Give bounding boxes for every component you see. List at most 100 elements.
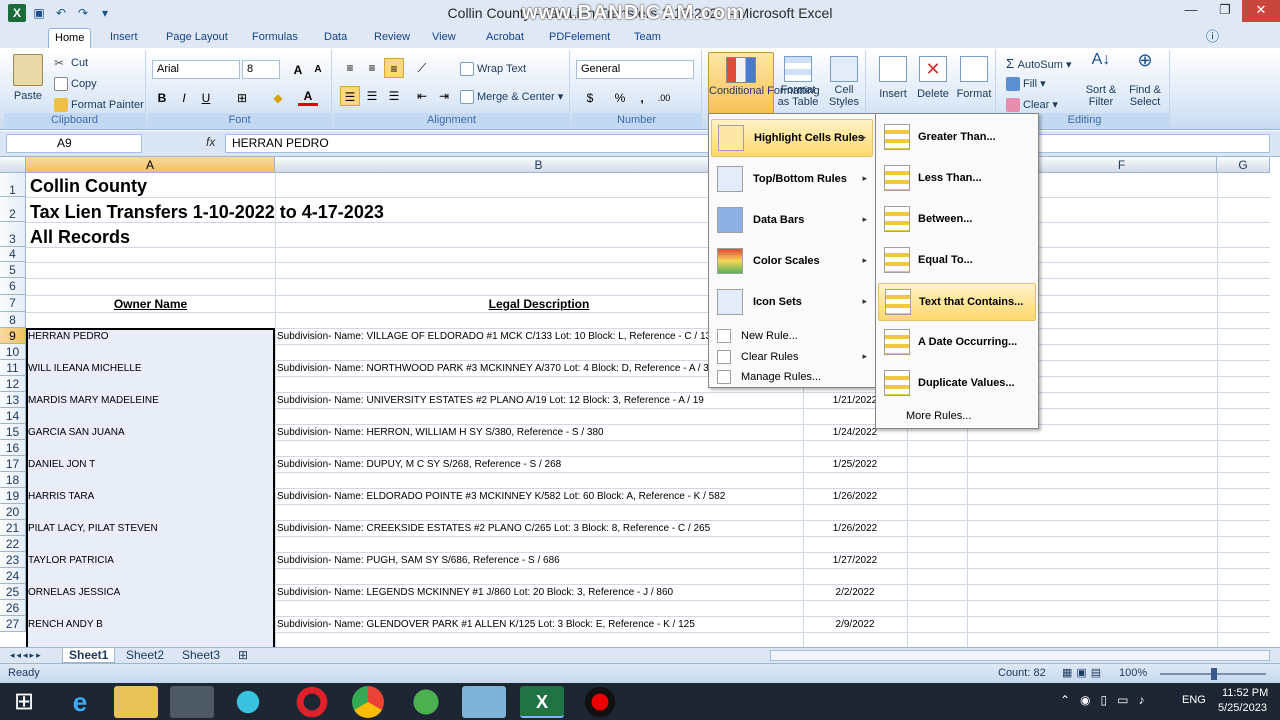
- menu-data-bars[interactable]: Data Bars ▸: [711, 202, 873, 240]
- date-cell[interactable]: 2/2/2022: [805, 587, 905, 598]
- tab-page-layout[interactable]: Page Layout: [160, 28, 234, 48]
- find-select-button[interactable]: ⊕ Find & Select: [1124, 51, 1166, 108]
- shrink-font-icon[interactable]: A: [308, 60, 328, 80]
- percent-button[interactable]: %: [610, 88, 630, 108]
- orientation-icon[interactable]: ⟋: [412, 58, 432, 78]
- app-icon[interactable]: [170, 686, 214, 718]
- wrap-text-button[interactable]: Wrap Text: [460, 62, 526, 76]
- row-header[interactable]: 6: [0, 278, 26, 295]
- legal-cell[interactable]: Subdivision- Name: PUGH, SAM SY S/686, R…: [277, 555, 560, 566]
- italic-button[interactable]: I: [174, 88, 194, 108]
- font-size-select[interactable]: 8: [242, 60, 280, 79]
- legal-cell[interactable]: Subdivision- Name: UNIVERSITY ESTATES #2…: [277, 395, 704, 406]
- borders-icon[interactable]: ⊞: [232, 88, 252, 108]
- legal-cell[interactable]: Subdivision- Name: LEGENDS MCKINNEY #1 J…: [277, 587, 673, 598]
- cut-button[interactable]: ✂ Cut: [54, 56, 88, 70]
- row-header[interactable]: 14: [0, 408, 26, 424]
- clock-date[interactable]: 5/25/2023: [1218, 702, 1267, 714]
- sheet-tab-2[interactable]: Sheet2: [120, 648, 170, 663]
- select-all-corner[interactable]: [0, 157, 26, 173]
- help-icon[interactable]: ⓘ: [1200, 28, 1225, 48]
- menu-manage-rules[interactable]: Manage Rules...: [711, 367, 873, 387]
- column-header-f[interactable]: F: [1027, 157, 1217, 173]
- row-header[interactable]: 1: [0, 173, 26, 197]
- insert-sheet-icon[interactable]: ⊞: [232, 648, 254, 663]
- delete-cells-button[interactable]: ✕ Delete: [914, 56, 952, 100]
- column-header-a[interactable]: A: [26, 157, 275, 173]
- row-header[interactable]: 25: [0, 584, 26, 600]
- view-buttons[interactable]: ▦▣▤: [1062, 666, 1105, 679]
- menu-date-occurring[interactable]: A Date Occurring...: [878, 324, 1036, 362]
- row-header[interactable]: 4: [0, 247, 26, 262]
- date-cell[interactable]: 1/25/2022: [805, 459, 905, 470]
- menu-new-rule[interactable]: New Rule...: [711, 326, 873, 346]
- language-indicator[interactable]: ENG: [1182, 694, 1206, 706]
- align-left-icon[interactable]: ☰: [340, 86, 360, 106]
- insert-cells-button[interactable]: Insert: [874, 56, 912, 100]
- currency-button[interactable]: $: [580, 88, 600, 108]
- align-top-icon[interactable]: ≡: [340, 58, 360, 78]
- minimize-button[interactable]: —: [1174, 0, 1208, 22]
- tray-icons[interactable]: ⌃◉▯▭♪: [1060, 693, 1154, 707]
- bold-button[interactable]: B: [152, 88, 172, 108]
- worksheet-grid[interactable]: A B F G 1 2 3 4 5 6 7 8 9 10 11 12 13 14 15 16 17 18 19 20 2…: [0, 157, 1270, 647]
- row-header[interactable]: 9: [0, 328, 26, 344]
- cell-styles-button[interactable]: Cell Styles: [824, 56, 864, 108]
- align-center-icon[interactable]: ☰: [362, 86, 382, 106]
- tab-data[interactable]: Data: [318, 28, 353, 48]
- legal-cell[interactable]: Subdivision- Name: ELDORADO POINTE #3 MC…: [277, 491, 725, 502]
- menu-duplicate-values[interactable]: Duplicate Values...: [878, 365, 1036, 403]
- clear-button[interactable]: Clear ▾: [1006, 98, 1058, 113]
- menu-more-rules[interactable]: More Rules...: [878, 406, 1036, 426]
- excel-taskbar-icon[interactable]: X: [520, 686, 564, 718]
- edge-icon[interactable]: [226, 686, 270, 718]
- row-header[interactable]: 3: [0, 222, 26, 247]
- font-name-select[interactable]: Arial: [152, 60, 240, 79]
- chrome-icon[interactable]: [352, 686, 384, 718]
- browser-icon[interactable]: [404, 686, 448, 718]
- opera-icon[interactable]: [290, 686, 334, 718]
- name-box[interactable]: A9: [6, 134, 142, 153]
- file-explorer-icon[interactable]: [114, 686, 158, 718]
- notepad-icon[interactable]: [462, 686, 506, 718]
- legal-cell[interactable]: Subdivision- Name: NORTHWOOD PARK #3 MCK…: [277, 363, 720, 374]
- menu-text-that-contains[interactable]: Text that Contains...: [878, 283, 1036, 321]
- increase-indent-icon[interactable]: ⇥: [434, 86, 454, 106]
- grow-font-icon[interactable]: A: [288, 60, 308, 80]
- tab-acrobat[interactable]: Acrobat: [480, 28, 530, 48]
- fill-color-icon[interactable]: ◆: [268, 88, 288, 108]
- row-header[interactable]: 11: [0, 360, 26, 376]
- align-right-icon[interactable]: ☰: [384, 86, 404, 106]
- tab-review[interactable]: Review: [368, 28, 416, 48]
- row-header[interactable]: 18: [0, 472, 26, 488]
- menu-greater-than[interactable]: Greater Than...: [878, 119, 1036, 157]
- menu-highlight-cells-rules[interactable]: Highlight Cells Rules ▸: [711, 119, 873, 157]
- row-header[interactable]: 10: [0, 344, 26, 360]
- format-as-table-button[interactable]: Format as Table: [776, 56, 820, 108]
- decrease-indent-icon[interactable]: ⇤: [412, 86, 432, 106]
- row-header[interactable]: 22: [0, 536, 26, 552]
- legal-cell[interactable]: Subdivision- Name: CREEKSIDE ESTATES #2 …: [277, 523, 710, 534]
- conditional-formatting-button[interactable]: Conditional Formatting: [708, 52, 820, 114]
- date-cell[interactable]: 1/26/2022: [805, 491, 905, 502]
- title-tax-lien[interactable]: Tax Lien Transfers 1-10-2022 to 4-17-202…: [30, 202, 384, 223]
- sheet-tab-1[interactable]: Sheet1: [62, 648, 116, 663]
- horizontal-scrollbar[interactable]: [770, 650, 1270, 661]
- menu-clear-rules[interactable]: Clear Rules ▸: [711, 347, 873, 367]
- row-header[interactable]: 5: [0, 262, 26, 278]
- row-header[interactable]: 27: [0, 616, 26, 632]
- restore-button[interactable]: ❐: [1208, 0, 1242, 22]
- legal-cell[interactable]: Subdivision- Name: DUPUY, M C SY S/268, …: [277, 459, 561, 470]
- zoom-slider-thumb[interactable]: [1211, 668, 1217, 680]
- title-collin-county[interactable]: Collin County: [30, 176, 147, 197]
- legal-cell[interactable]: Subdivision- Name: GLENDOVER PARK #1 ALL…: [277, 619, 695, 630]
- menu-icon-sets[interactable]: Icon Sets ▸: [711, 284, 873, 322]
- comma-button[interactable]: ,: [632, 88, 652, 108]
- sort-filter-button[interactable]: A↓ Sort & Filter: [1080, 52, 1122, 109]
- merge-center-button[interactable]: Merge & Center ▾: [460, 90, 563, 105]
- windows-start-icon[interactable]: ⊞: [2, 686, 46, 718]
- increase-decimal-icon[interactable]: .00: [654, 88, 674, 108]
- menu-top-bottom-rules[interactable]: Top/Bottom Rules ▸: [711, 161, 873, 199]
- date-cell[interactable]: 1/26/2022: [805, 523, 905, 534]
- menu-less-than[interactable]: Less Than...: [878, 160, 1036, 198]
